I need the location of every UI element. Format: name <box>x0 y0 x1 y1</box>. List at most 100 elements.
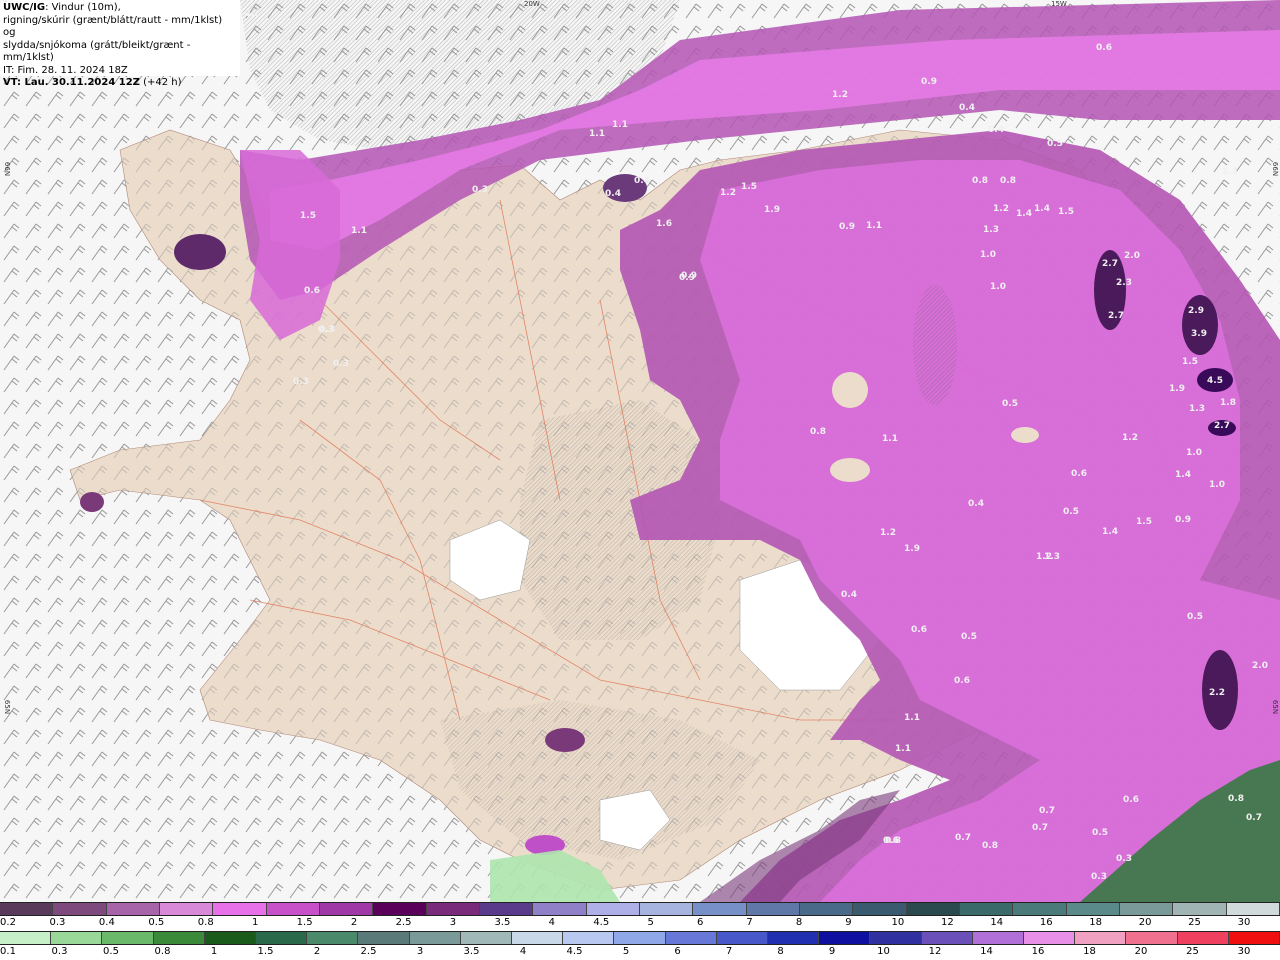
clear-area-2 <box>832 372 868 408</box>
legend-swatch <box>906 903 960 915</box>
legend-tick-label: 0.4 <box>98 917 115 928</box>
precip-value-label: 0.3 <box>293 377 309 387</box>
legend-tick-label: 30 <box>1237 917 1251 928</box>
precip-value-label: 1.4 <box>1102 527 1118 537</box>
legend-tick-label: 4 <box>519 946 527 957</box>
legend-swatch <box>460 932 513 944</box>
precip-value-label: 0.3 <box>1116 854 1132 864</box>
valid-offset: (+42 h) <box>139 77 182 88</box>
legend-tick-label: 1 <box>210 946 218 957</box>
precip-value-label: 1.9 <box>1169 384 1185 394</box>
precip-value-label: 1.4 <box>1016 209 1032 219</box>
legend-swatch <box>693 903 747 915</box>
legend-swatch <box>426 903 480 915</box>
legend-tick-label: 0.8 <box>197 917 214 928</box>
precip-value-label: 0.4 <box>605 189 621 199</box>
legend-tick-label: 10 <box>891 917 905 928</box>
legend-swatch <box>533 903 587 915</box>
precip-value-label: 0.8 <box>1000 176 1016 186</box>
lon-label-15w: 15W <box>1051 0 1067 8</box>
legend-tick-label: 1 <box>252 917 259 928</box>
precip-value-label: 0.6 <box>1123 795 1139 805</box>
precip-value-label: 2.7 <box>1102 259 1118 269</box>
legend-swatch <box>1075 932 1127 944</box>
legend-tick-label: 8 <box>777 946 784 957</box>
legend-rain-labels: 0.1 0.3 0.5 0.8 1 1.5 2 2.5 3 3.5 4 4.5 5 6 7 8 9 10 12 14 1… <box>0 946 1280 960</box>
precip-value-label: 2.3 <box>1116 278 1132 288</box>
precip-value-label: 1.1 <box>882 434 898 444</box>
legend-rain-colorbar <box>0 931 1280 945</box>
legend-tick-label: 9 <box>845 917 852 928</box>
init-time: IT: Fim. 28. 11. 2024 18Z <box>3 64 128 76</box>
legend-tick-label: 14 <box>980 946 993 957</box>
legend-tick-label: 2.5 <box>360 946 377 957</box>
precip-value-label: 4.5 <box>1207 376 1223 386</box>
legend-tick-label: 25 <box>1186 946 1199 957</box>
precip-value-label: 0.7 <box>1039 806 1055 816</box>
legend-tick-label: 20 <box>1134 946 1148 957</box>
precip-value-label: 1.2 <box>1036 552 1052 562</box>
precip-value-label: 1.2 <box>1122 433 1138 443</box>
legend-swatch <box>512 932 564 944</box>
lon-label-20w: 20W <box>524 0 540 8</box>
precip-value-label: 0.5 <box>1092 828 1108 838</box>
precip-value-label: 1.6 <box>656 219 672 229</box>
precip-value-label: 1.1 <box>0 0 8 5</box>
precip-value-label: 0.9 <box>679 273 695 283</box>
legend-swatch <box>1024 932 1076 944</box>
legend-tick-label: 5 <box>647 917 654 928</box>
legend-tick-label: 7 <box>746 917 753 928</box>
precip-value-label: 1.1 <box>589 129 605 139</box>
lat-label-65n-left: 65N <box>3 699 12 715</box>
snow-cell-westfjords <box>174 234 226 270</box>
precip-value-label: 0.7 <box>1246 813 1262 823</box>
precip-value-label: 0.8 <box>885 836 901 846</box>
precip-value-label: 1.9 <box>904 544 920 554</box>
legend-tick-label: 4.5 <box>593 917 610 928</box>
legend-swatch <box>53 903 107 915</box>
legend-tick-label: 14 <box>990 917 1004 928</box>
legend-swatch <box>307 932 359 944</box>
precip-value-label: 0.8 <box>810 427 826 437</box>
precip-value-label: 0.8 <box>1228 794 1244 804</box>
legend-swatch <box>153 932 205 944</box>
precip-value-label: 1.3 <box>1189 404 1205 414</box>
precip-value-label: 1.5 <box>1058 207 1074 217</box>
legend-tick-label: 18 <box>1083 946 1096 957</box>
precip-value-label: 0.5 <box>1047 139 1063 149</box>
precip-value-label: 1.5 <box>300 211 316 221</box>
precip-value-label: 1.1 <box>351 226 367 236</box>
clear-area-4 <box>1011 427 1039 443</box>
legend-swatch <box>1126 932 1178 944</box>
precip-value-label: 1.5 <box>1136 517 1152 527</box>
legend-swatch <box>563 932 615 944</box>
precip-value-label: 0.9 <box>1175 515 1191 525</box>
precip-value-label: 2.0 <box>1124 251 1140 261</box>
legend-tick-label: 25 <box>1188 917 1201 928</box>
clear-area-3 <box>830 458 870 482</box>
title-line: UWC/IG: Vindur (10m), <box>3 2 237 15</box>
legend-tick-label: 6 <box>674 946 681 957</box>
legend-tick-label: 16 <box>1039 917 1053 928</box>
legend-swatch <box>1066 903 1120 915</box>
legend-swatch <box>204 932 257 944</box>
precip-value-label: 0.6 <box>1071 469 1087 479</box>
precip-value-label: 0.4 <box>968 499 984 509</box>
legend-tick-label: 30 <box>1237 946 1251 957</box>
legend-tick-label: 3.5 <box>494 917 511 928</box>
precip-value-label: 1.1 <box>866 221 882 231</box>
legend-swatch <box>972 932 1025 944</box>
precip-value-label: 1.2 <box>880 528 896 538</box>
legend-tick-label: 3.5 <box>463 946 480 957</box>
precip-value-label: 1.2 <box>832 90 848 100</box>
model-name: UWC/IG <box>3 2 46 13</box>
precip-value-label: 0.3 <box>1091 872 1107 882</box>
legend-swatch <box>266 903 320 915</box>
precip-value-label: 0.6 <box>304 286 320 296</box>
legend-tick-label: 2 <box>313 946 321 957</box>
legend-tick-label: 10 <box>877 946 890 957</box>
valid-time: VT: Lau. 30.11.2024 12Z <box>3 77 140 88</box>
legend-swatch <box>639 903 694 915</box>
legend-tick-label: 8 <box>795 917 803 928</box>
legend-swatch <box>1173 903 1227 915</box>
